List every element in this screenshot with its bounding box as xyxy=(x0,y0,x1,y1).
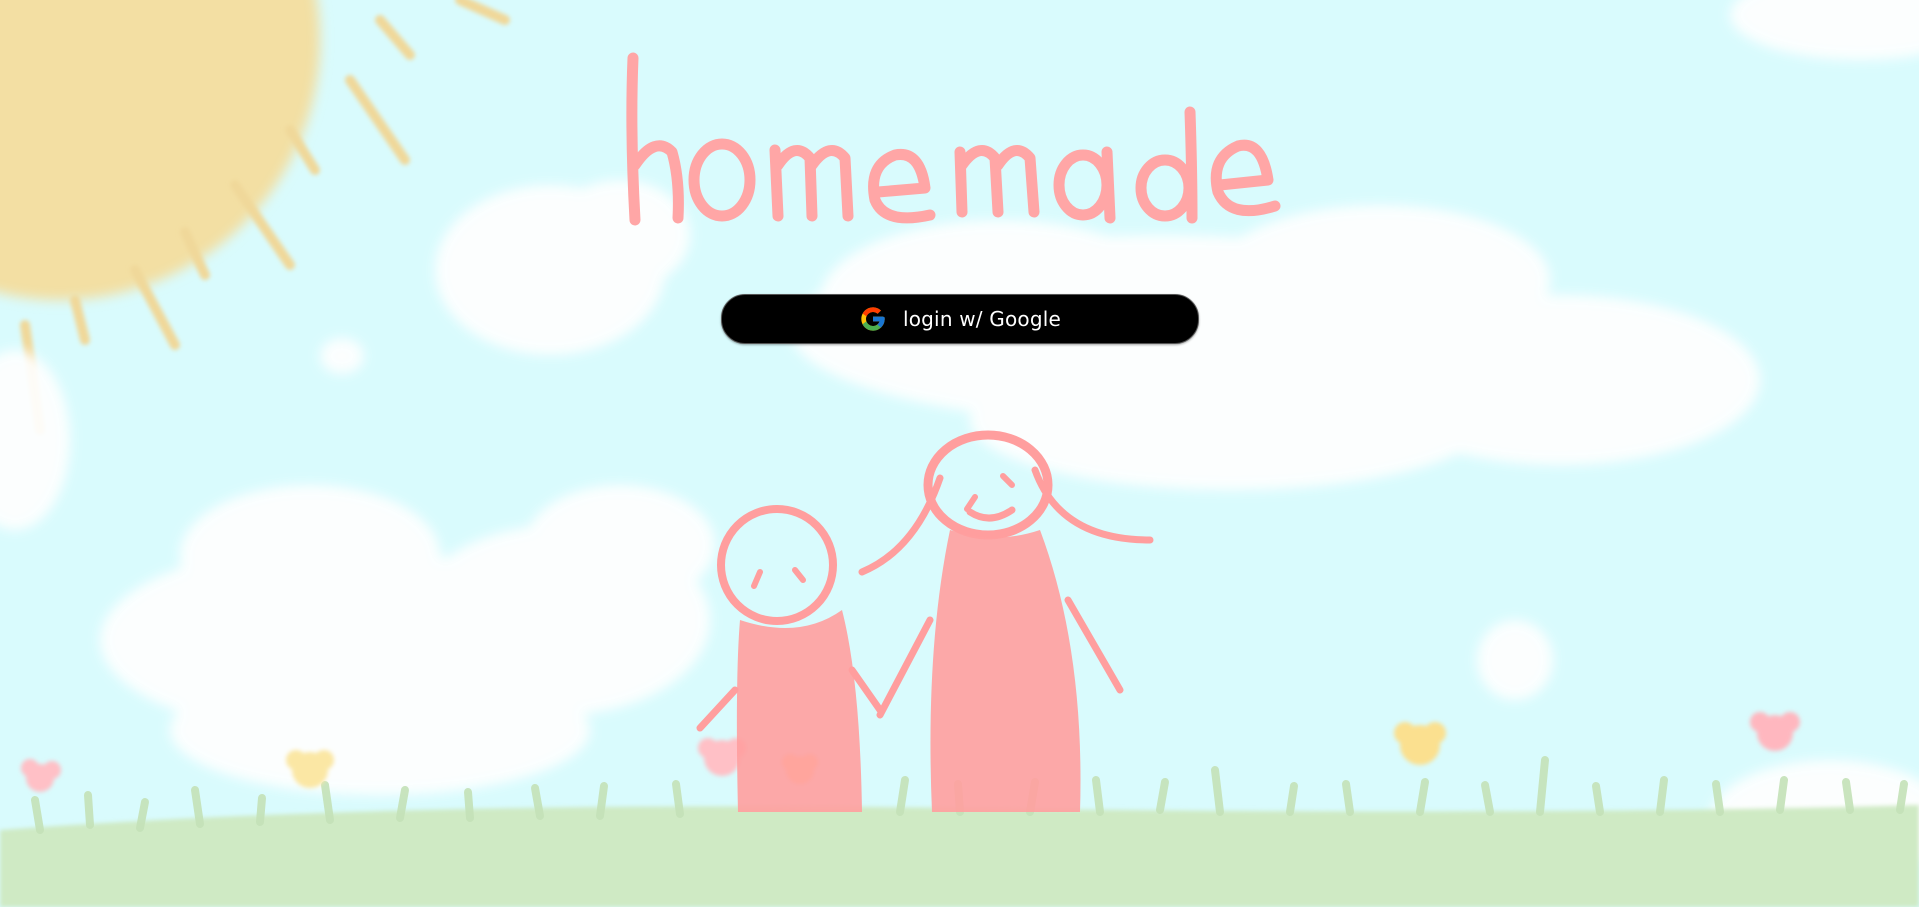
family-figures xyxy=(696,430,1154,812)
google-icon xyxy=(861,307,885,331)
google-login-button[interactable]: login w/ Google xyxy=(721,294,1199,344)
homemade-logo xyxy=(626,52,1281,226)
login-label: login w/ Google xyxy=(902,307,1062,331)
sun xyxy=(0,0,510,435)
